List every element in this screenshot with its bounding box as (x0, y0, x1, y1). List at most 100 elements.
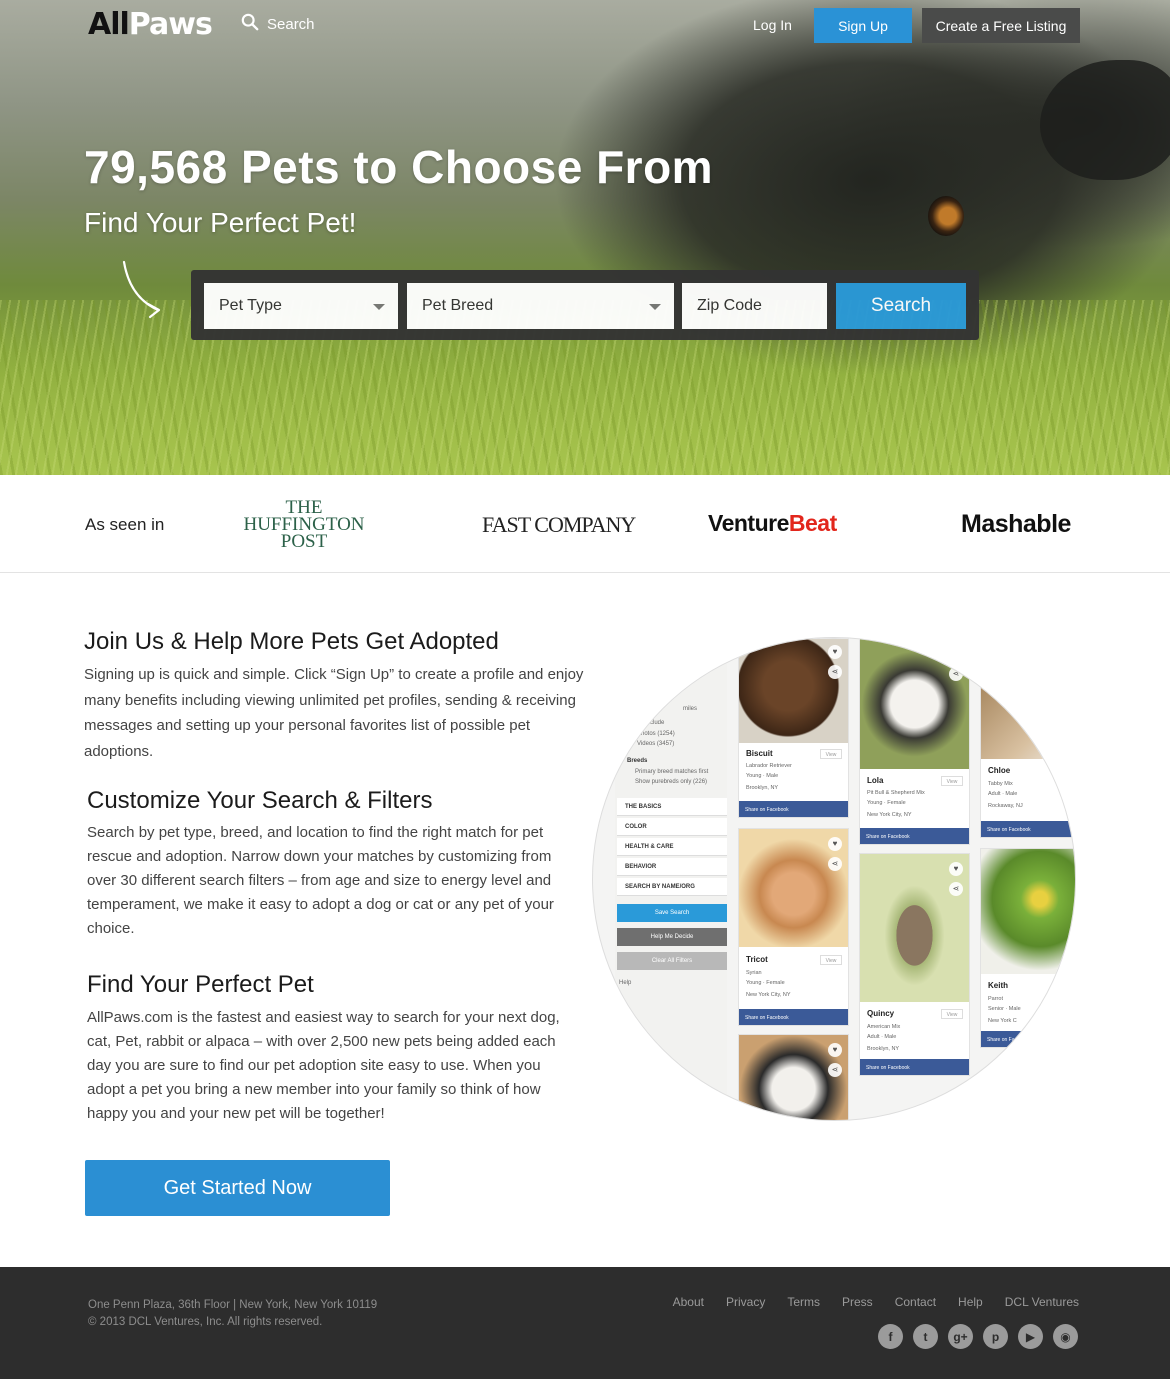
pet-location: Brooklyn, NY (867, 1046, 900, 1052)
pet-name: Biscuit (746, 749, 773, 758)
instagram-icon[interactable]: ◉ (1053, 1324, 1078, 1349)
purebreds-checkbox: Show purebreds only (226) (635, 779, 708, 785)
social-icons: f t g+ p ▶ ◉ (878, 1324, 1078, 1349)
pet-meta: Young · Female (867, 800, 906, 806)
heart-icon: ♥ (828, 645, 842, 659)
footer-link-dcl-ventures[interactable]: DCL Ventures (1005, 1295, 1079, 1309)
footer-links: About Privacy Terms Press Contact Help D… (651, 1295, 1079, 1309)
pet-meta: Young · Male (746, 773, 779, 779)
view-button: View (820, 749, 842, 759)
miles-label: miles (683, 706, 698, 712)
press-strip: As seen in THE HUFFINGTON POST FAST COMP… (0, 475, 1170, 573)
section-body-customize: Search by pet type, breed, and location … (87, 824, 554, 937)
search-icon (241, 13, 259, 35)
accordion-basics: THE BASICS (617, 798, 727, 816)
pet-card-quincy: ♥ ⋖ Quincy View American Mix Adult · Mal… (859, 853, 970, 1076)
pet-card-keith: Keith Parrot Senior · Male New York C Sh… (980, 848, 1075, 1048)
section-body-find: AllPaws.com is the fastest and easiest w… (87, 1009, 560, 1122)
section-body-join: Signing up is quick and simple. Click “S… (84, 666, 584, 760)
pet-location: Brooklyn, NY (746, 785, 779, 791)
logo-text-all: All (88, 6, 130, 42)
venturebeat-logo: VentureBeat (708, 510, 837, 537)
fast-company-logo: FAST COMPANY (482, 512, 636, 537)
pet-card-chloe: Chloe Tabby Mix Adult · Male Rockaway, N… (980, 683, 1075, 838)
pet-card-lola: ⋖ Lola View Pit Bull & Shepherd Mix Youn… (859, 638, 970, 845)
pet-breed: Tabby Mix (988, 781, 1013, 787)
logo-text-paws: Paws (128, 6, 213, 42)
share-icon: ⋖ (949, 882, 963, 896)
share-facebook-bar: Share on Facebook (739, 801, 848, 817)
pet-meta: Senior · Male (988, 1006, 1021, 1012)
share-facebook-bar: Share on Facebook (860, 828, 969, 844)
accordion-search-name: SEARCH BY NAME/ORG (617, 878, 727, 896)
footer-link-privacy[interactable]: Privacy (726, 1295, 765, 1309)
pet-breed-select[interactable]: Pet Breed (407, 283, 674, 329)
footer-address: One Penn Plaza, 36th Floor | New York, N… (88, 1299, 378, 1311)
pet-card-biscuit: ♥ ⋖ Biscuit View Labrador Retriever Youn… (738, 638, 849, 818)
share-facebook-bar: Share on Facebook (860, 1059, 969, 1075)
pet-name: Chloe (988, 766, 1011, 775)
pet-name: Tricot (746, 955, 768, 964)
heart-icon: ♥ (949, 862, 963, 876)
curved-arrow-icon (122, 260, 161, 319)
pet-name: Keith (988, 981, 1008, 990)
footer-copyright: © 2013 DCL Ventures, Inc. All rights res… (88, 1316, 323, 1328)
zip-code-input[interactable]: Zip Code (682, 283, 827, 329)
pet-breed: American Mix (867, 1024, 901, 1030)
chevron-down-icon (649, 304, 661, 310)
venturebeat-text-2: Beat (788, 510, 837, 536)
zip-code-placeholder: Zip Code (697, 297, 762, 314)
hero-subtitle: Find Your Perfect Pet! (84, 207, 357, 238)
create-listing-button[interactable]: Create a Free Listing (922, 8, 1080, 43)
photos-label: Photos (1254) (637, 731, 675, 737)
get-started-button[interactable]: Get Started Now (85, 1160, 390, 1216)
pet-card-tricot: ♥ ⋖ Tricot View Syrian Young · Female Ne… (738, 828, 849, 1026)
view-button: View (820, 955, 842, 965)
heart-icon: ♥ (828, 837, 842, 851)
include-label: Include (645, 720, 665, 726)
save-search-button: Save Search (617, 904, 727, 922)
allpaws-logo[interactable]: All Paws (88, 4, 213, 44)
youtube-icon[interactable]: ▶ (1018, 1324, 1043, 1349)
share-facebook-bar: Share on Facebook (981, 821, 1075, 837)
facebook-icon[interactable]: f (878, 1324, 903, 1349)
pet-photo (981, 684, 1075, 759)
search-button[interactable]: Search (836, 283, 966, 329)
accordion-behavior: BEHAVIOR (617, 858, 727, 876)
share-icon: ⋖ (828, 1063, 842, 1077)
pet-location: Rockaway, NJ (988, 803, 1023, 809)
pinterest-icon[interactable]: p (983, 1324, 1008, 1349)
help-decide-button: Help Me Decide (617, 928, 727, 946)
share-facebook-bar: Share on Facebook (739, 1009, 848, 1025)
footer-link-about[interactable]: About (673, 1295, 704, 1309)
pet-type-select[interactable]: Pet Type (204, 283, 398, 329)
help-label: Help (619, 980, 632, 986)
app-preview-circle: miles Include Photos (1254) Videos (3457… (592, 637, 1076, 1121)
nav-search-link[interactable]: Search (241, 13, 315, 35)
venturebeat-text-1: Venture (708, 510, 789, 536)
login-link[interactable]: Log In (753, 17, 792, 33)
pet-meta: Adult · Male (867, 1034, 897, 1040)
twitter-icon[interactable]: t (913, 1324, 938, 1349)
hero-title: 79,568 Pets to Choose From (84, 141, 714, 193)
pet-photo (981, 849, 1075, 974)
huffington-post-logo: THE HUFFINGTON POST (232, 498, 376, 551)
pet-name: Lola (867, 776, 884, 785)
dog-eye-shape (928, 196, 964, 236)
pet-photo (860, 854, 969, 1002)
dog-ear-shape (1040, 60, 1170, 180)
accordion-color: COLOR (617, 818, 727, 836)
google-plus-icon[interactable]: g+ (948, 1324, 973, 1349)
pet-breed-value: Pet Breed (422, 297, 494, 314)
footer-link-help[interactable]: Help (958, 1295, 983, 1309)
footer-link-press[interactable]: Press (842, 1295, 873, 1309)
signup-button[interactable]: Sign Up (814, 8, 912, 43)
section-title-customize: Customize Your Search & Filters (87, 787, 433, 814)
section-title-join: Join Us & Help More Pets Get Adopted (84, 628, 499, 655)
share-icon: ⋖ (828, 857, 842, 871)
footer-link-contact[interactable]: Contact (895, 1295, 936, 1309)
section-title-find: Find Your Perfect Pet (87, 971, 314, 998)
pet-card-dog: ♥ ⋖ (738, 1034, 849, 1120)
pet-location: New York City, NY (867, 812, 912, 818)
footer-link-terms[interactable]: Terms (787, 1295, 820, 1309)
